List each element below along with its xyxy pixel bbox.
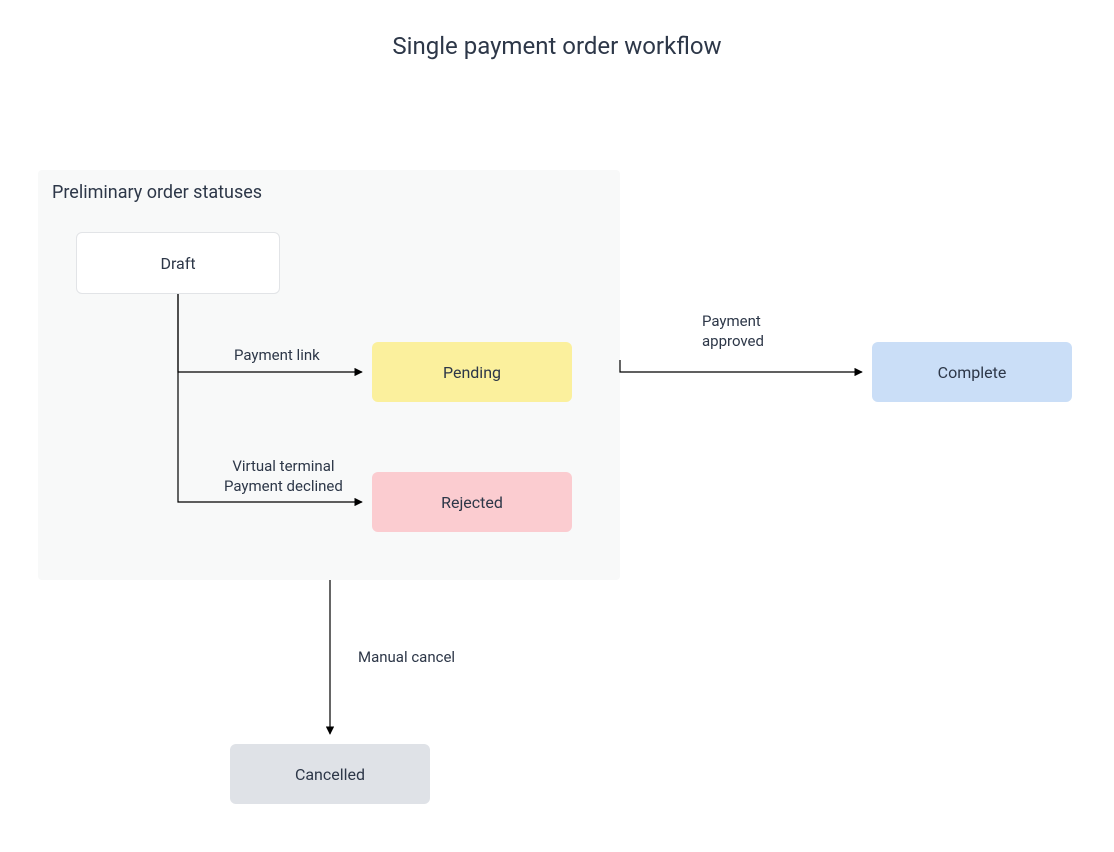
edge-label-approved-line1: Payment (702, 312, 761, 330)
edge-label-payment-link: Payment link (234, 346, 320, 366)
node-pending: Pending (372, 342, 572, 402)
edge-label-approved: Payment approved (702, 312, 764, 351)
edge-label-vt-line1: Virtual terminal (232, 457, 334, 475)
edge-label-manual-cancel: Manual cancel (358, 648, 455, 668)
edge-label-approved-line2: approved (702, 332, 764, 350)
group-label: Preliminary order statuses (52, 182, 262, 203)
node-rejected: Rejected (372, 472, 572, 532)
edge-pending-to-complete (620, 360, 862, 372)
edge-label-vt-line2: Payment declined (224, 477, 343, 495)
edge-label-virtual-terminal: Virtual terminal Payment declined (224, 457, 343, 496)
node-complete: Complete (872, 342, 1072, 402)
diagram-title: Single payment order workflow (0, 32, 1114, 60)
node-draft: Draft (76, 232, 280, 294)
node-cancelled: Cancelled (230, 744, 430, 804)
